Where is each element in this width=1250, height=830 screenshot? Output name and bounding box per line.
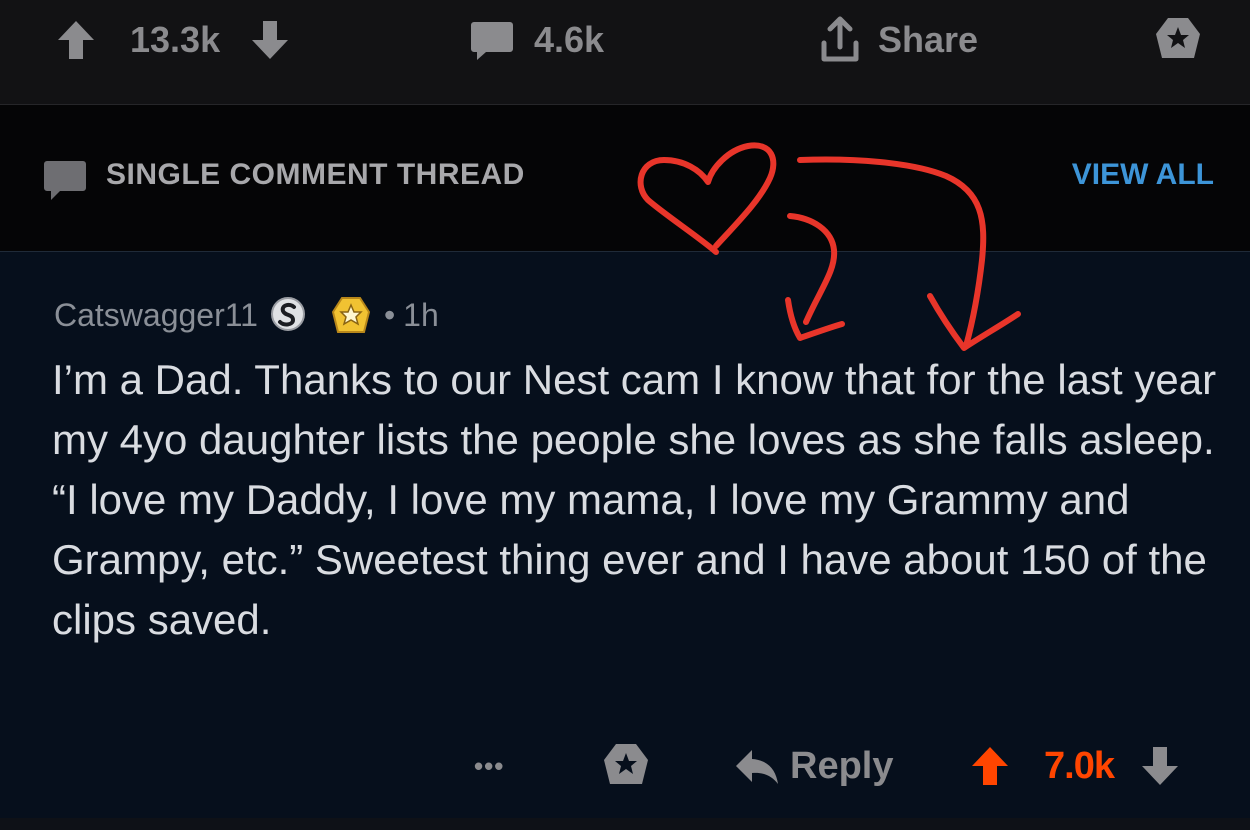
post-vote-group: 13.3k [56,14,290,66]
comment-actions: ••• Reply 7.0k [0,738,1250,794]
award-flair-icon [331,297,371,333]
award-button[interactable] [1152,14,1204,66]
comment-text: I’m a Dad. Thanks to our Nest cam I know… [52,356,1217,643]
comment-bubble-icon [471,22,513,60]
comment-body: I’m a Dad. Thanks to our Nest cam I know… [52,350,1222,650]
comments-count-button[interactable]: 4.6k [470,14,604,66]
thread-label: SINGLE COMMENT THREAD [106,158,525,191]
upvote-icon[interactable] [56,19,96,61]
comment-bubble-icon [44,161,86,200]
comment-score: 7.0k [1044,744,1115,787]
award-icon [1156,18,1200,58]
reply-arrow-icon [736,750,778,784]
comments-count: 4.6k [534,19,605,60]
share-icon [821,16,859,62]
view-all-link[interactable]: VIEW ALL [1072,158,1214,192]
more-options-label: ••• [474,750,505,781]
bottom-divider [0,818,1250,830]
speech-badge-icon [270,297,305,331]
more-options-button[interactable]: ••• [474,738,504,794]
comment-author[interactable]: Catswagger11 [54,297,258,334]
comment-meta: Catswagger11 • 1h [54,294,439,336]
post-action-bar: 13.3k 4.6k Share [0,0,1250,105]
upvote-icon[interactable] [970,745,1010,787]
share-label: Share [878,19,979,60]
award-icon [604,744,648,784]
meta-separator: • [383,296,396,333]
comment-vote-group: 7.0k [970,738,1180,794]
share-button[interactable]: Share [816,14,978,66]
reply-button[interactable]: Reply [734,738,893,794]
downvote-icon[interactable] [1140,745,1180,787]
post-score: 13.3k [130,19,221,60]
reply-label: Reply [790,744,894,787]
comment-time: 1h [403,296,439,333]
downvote-icon[interactable] [250,19,290,61]
give-award-button[interactable] [600,738,652,794]
